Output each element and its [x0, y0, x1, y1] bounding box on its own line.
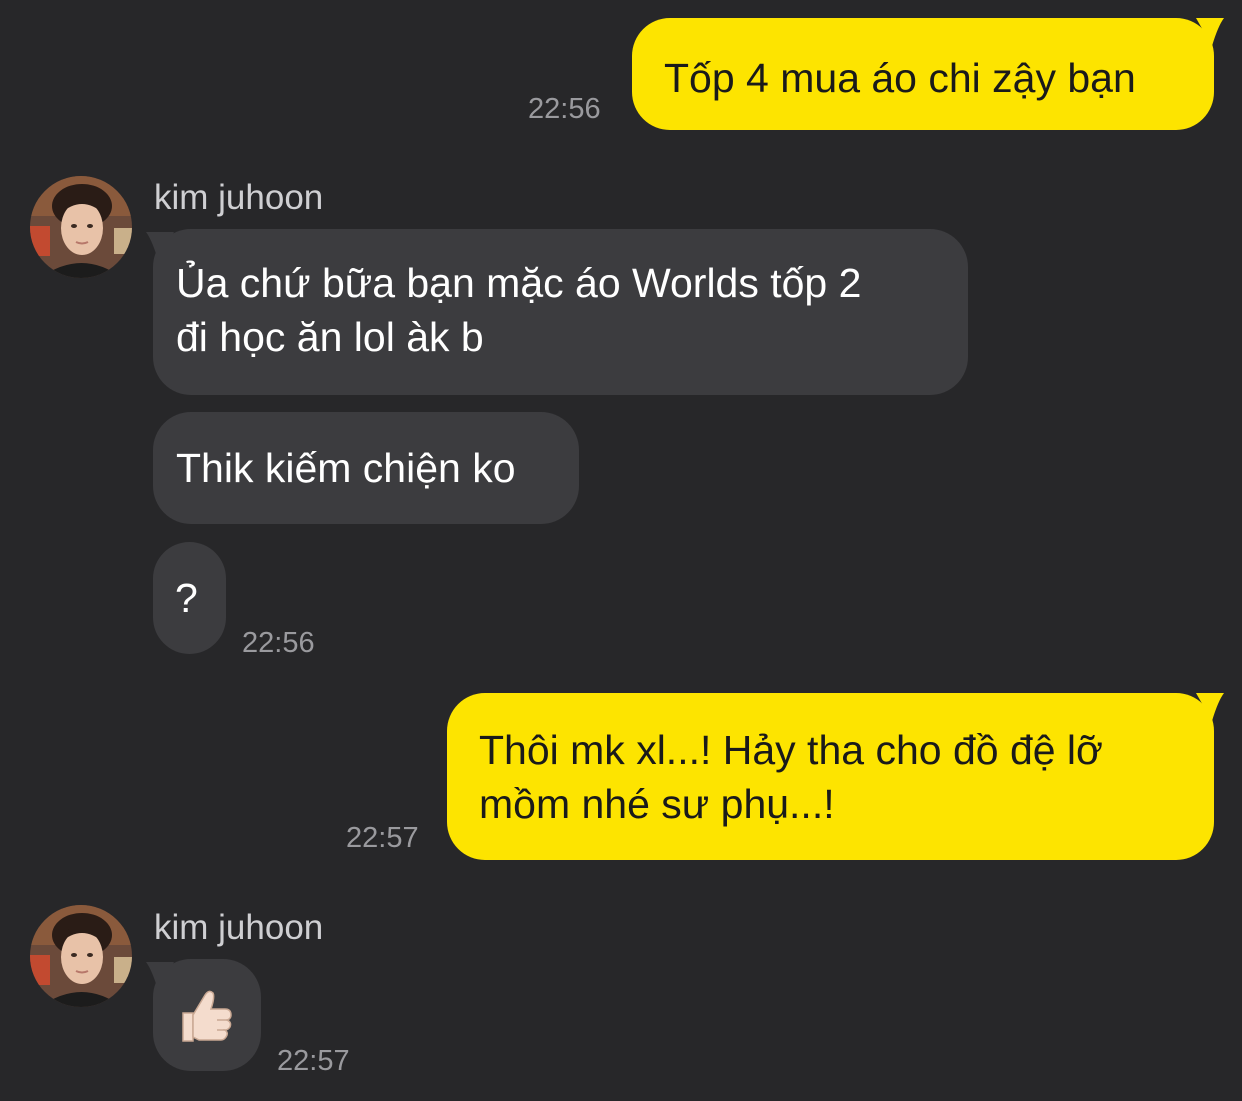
message-text: Thik kiếm chiện ko: [176, 445, 516, 491]
message-timestamp: 22:56: [528, 93, 601, 125]
sender-avatar[interactable]: [30, 905, 132, 1007]
message-text: Tốp 4 mua áo chi zậy bạn: [664, 55, 1136, 101]
message-bubble-outgoing[interactable]: Tốp 4 mua áo chi zậy bạn: [632, 18, 1214, 130]
message-timestamp: 22:56: [242, 627, 315, 659]
bubble-tail-incoming: [146, 962, 174, 990]
message-text: ?: [175, 575, 198, 621]
message-text-line: Ủa chứ bữa bạn mặc áo Worlds tốp 2: [176, 260, 862, 306]
message-bubble-incoming[interactable]: ?: [153, 542, 226, 654]
message-text-line: mồm nhé sư phụ...!: [479, 781, 835, 827]
message-timestamp: 22:57: [277, 1045, 350, 1077]
bubble-tail-incoming: [146, 232, 174, 260]
message-bubble-incoming[interactable]: Ủa chứ bữa bạn mặc áo Worlds tốp 2 đi họ…: [153, 229, 968, 395]
message-text-line: đi học ăn lol àk b: [176, 314, 484, 360]
message-bubble-outgoing[interactable]: Thôi mk xl...! Hảy tha cho đồ đệ lỡ mồm …: [447, 693, 1214, 860]
thumbs-up-emoji-icon: [182, 990, 232, 1042]
message-text-line: Thôi mk xl...! Hảy tha cho đồ đệ lỡ: [479, 727, 1103, 773]
message-timestamp: 22:57: [346, 822, 419, 854]
bubble-tail-outgoing: [1196, 693, 1224, 721]
sender-avatar[interactable]: [30, 176, 132, 278]
message-bubble-incoming[interactable]: Thik kiếm chiện ko: [153, 412, 579, 524]
sender-name: kim juhoon: [154, 908, 324, 947]
sender-name: kim juhoon: [154, 178, 324, 217]
bubble-tail-outgoing: [1196, 18, 1224, 46]
